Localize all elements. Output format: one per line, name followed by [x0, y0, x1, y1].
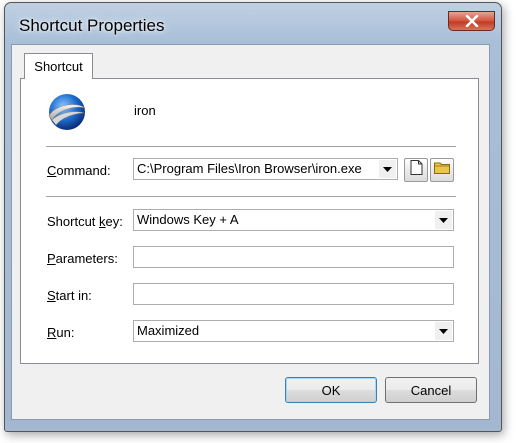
app-name: iron — [134, 103, 156, 118]
chevron-down-icon[interactable] — [435, 211, 452, 229]
command-label: Command: — [47, 163, 111, 178]
shortcut-key-select[interactable]: Windows Key + A — [133, 209, 454, 231]
iron-browser-logo-icon — [46, 91, 88, 133]
separator — [46, 146, 456, 148]
ok-button-label: OK — [321, 382, 341, 398]
command-value: C:\Program Files\Iron Browser\iron.exe — [137, 161, 362, 176]
start-in-label: Start in: — [47, 288, 92, 303]
run-select[interactable]: Maximized — [133, 320, 454, 342]
new-file-button[interactable] — [404, 158, 428, 182]
tab-label: Shortcut — [34, 59, 83, 74]
title-bar[interactable]: Shortcut Properties — [5, 3, 501, 43]
run-label: Run: — [47, 325, 75, 340]
chevron-down-icon[interactable] — [379, 160, 396, 178]
run-value: Maximized — [137, 323, 200, 338]
new-file-icon — [410, 160, 423, 180]
shortcut-key-value: Windows Key + A — [137, 212, 239, 227]
browse-folder-button[interactable] — [430, 158, 454, 182]
close-button[interactable] — [448, 11, 495, 31]
close-icon — [465, 15, 479, 27]
separator — [46, 196, 456, 198]
folder-icon — [434, 161, 450, 179]
cancel-button-label: Cancel — [410, 382, 452, 398]
ok-button[interactable]: OK — [285, 377, 377, 403]
command-combobox[interactable]: C:\Program Files\Iron Browser\iron.exe — [133, 158, 398, 180]
window-title: Shortcut Properties — [19, 16, 165, 35]
cancel-button[interactable]: Cancel — [385, 377, 477, 403]
tab-shortcut[interactable]: Shortcut — [24, 53, 93, 79]
shortcut-key-label: Shortcut key: — [47, 214, 123, 229]
start-in-input[interactable] — [133, 283, 454, 305]
parameters-input[interactable] — [133, 246, 454, 268]
chevron-down-icon[interactable] — [435, 322, 452, 340]
parameters-label: Parameters: — [47, 251, 118, 266]
